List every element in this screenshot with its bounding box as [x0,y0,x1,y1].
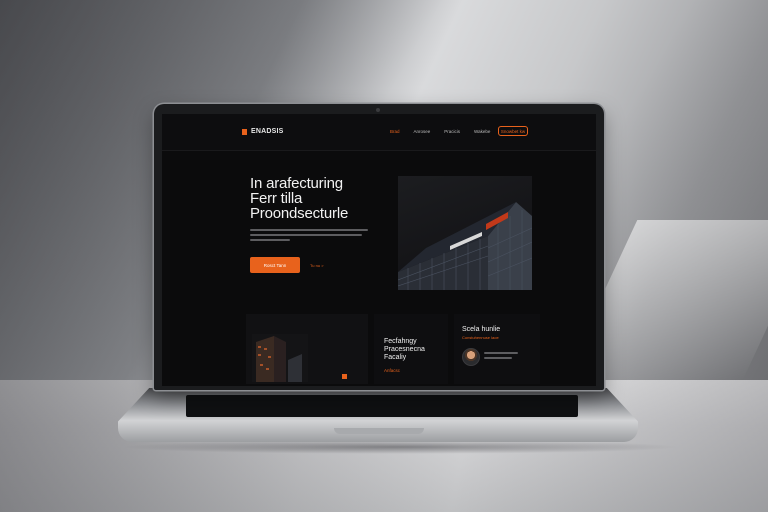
hero-title: In arafecturing Ferr tilla Proondsecturl… [250,176,390,221]
brand-name: ENADSIS [251,128,284,135]
nav-item-2[interactable]: Anrosee [414,129,431,134]
feature-card-accent: Anfacsc [384,368,401,373]
feature-line-3: Facaliy [384,354,407,361]
hero-building-image [398,176,532,290]
body-line [250,234,362,236]
hero-title-line-3: Proondsecturle [250,205,349,222]
brand-logo-icon [242,128,247,135]
avatar [462,348,480,366]
laptop-screen: ENADSIS Brad Anrosee Pracicis Wakebe Sno… [162,114,596,386]
feature-line-1: Fecfahngy [384,338,417,345]
brand[interactable]: ENADSIS [242,128,284,135]
hero-text: In arafecturing Ferr tilla Proondsecturl… [250,176,390,244]
tower-image [252,334,308,382]
scene: ENADSIS Brad Anrosee Pracicis Wakebe Sno… [0,0,768,512]
body-line [250,229,368,231]
hero-cta-button[interactable]: Rosct Tann [250,257,300,273]
nav-item-1[interactable]: Brad [390,129,400,134]
hero-secondary-link[interactable]: Tu nu > [310,263,324,268]
testimonial-card[interactable]: Scela hunlie Constuhennuse laoe [454,314,540,384]
camera-icon [376,108,380,112]
features-section: Fecfahngy Pracesnecna Facaliy Anfacsc Sc… [162,308,596,386]
laptop-lid: ENADSIS Brad Anrosee Pracicis Wakebe Sno… [154,104,604,390]
card-accent-square [342,374,347,379]
testimonial-title: Scela hunlie [462,326,501,333]
feature-card[interactable]: Fecfahngy Pracesnecna Facaliy Anfacsc [374,314,448,384]
hero-title-line-2: Ferr tilla [250,190,303,207]
testimonial-line [484,352,518,354]
feature-line-2: Pracesnecna [384,346,425,353]
body-line [250,239,290,241]
testimonial-line [484,357,512,359]
keyboard [186,395,578,417]
nav-item-4[interactable]: Wakebe [474,129,490,134]
nav-item-3[interactable]: Pracicis [444,129,460,134]
feature-card-title: Fecfahngy Pracesnecna Facaliy [384,338,425,362]
hero-title-line-1: In arafecturing [250,175,343,192]
hero-body-placeholder [250,229,390,241]
project-card[interactable] [246,314,368,384]
site-nav: ENADSIS Brad Anrosee Pracicis Wakebe Sno… [162,114,596,151]
building-illustration [398,202,532,290]
trackpad-notch [334,428,424,434]
nav-cta-button[interactable]: Snowbet kw [498,126,528,136]
laptop-shadow [120,440,680,454]
nav-items: Brad Anrosee Pracicis Wakebe [390,129,490,134]
testimonial-subtitle: Constuhennuse laoe [462,335,499,340]
